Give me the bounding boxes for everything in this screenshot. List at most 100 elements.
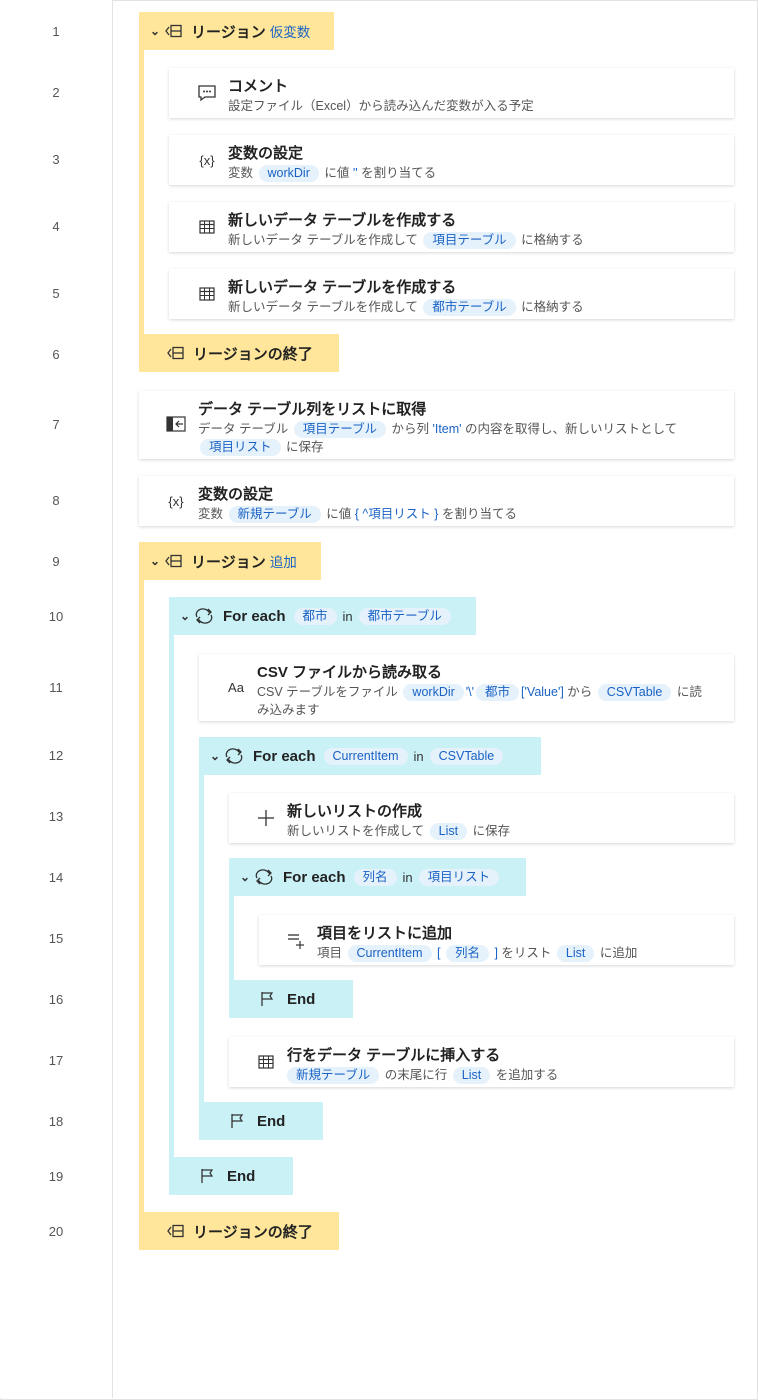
- region-name: 追加: [269, 555, 297, 570]
- variable-token[interactable]: 都市テーブル: [358, 607, 451, 625]
- literal-value: }: [434, 507, 439, 521]
- literal-value: [: [436, 946, 441, 960]
- region-start-header[interactable]: ⌄ リージョン 仮変数: [139, 12, 334, 50]
- variable-token[interactable]: 新規テーブル: [287, 1067, 380, 1084]
- variable-token[interactable]: CSVTable: [429, 747, 504, 765]
- step-title: コメント: [228, 78, 289, 95]
- action-card-get-column-to-list[interactable]: データ テーブル列をリストに取得 データ テーブル 項目テーブル から列 'It…: [139, 391, 734, 459]
- action-card-create-datatable[interactable]: 新しいデータ テーブルを作成する 新しいデータ テーブルを作成して 項目テーブル…: [169, 202, 734, 252]
- chevron-down-icon[interactable]: ⌄: [177, 609, 193, 623]
- desc-text: を追加する: [495, 1068, 559, 1082]
- literal-value: 'Item': [432, 422, 462, 436]
- table-column-icon: [165, 413, 187, 435]
- table-icon: [196, 216, 218, 238]
- line-number: 12: [48, 748, 64, 763]
- line-number: 17: [48, 1053, 64, 1068]
- for-each-header[interactable]: ⌄ For each CurrentItem in CSVTable: [199, 737, 541, 775]
- for-each-header[interactable]: ⌄ For each 都市 in 都市テーブル: [169, 597, 476, 635]
- chevron-down-icon[interactable]: ⌄: [237, 870, 253, 884]
- desc-text: 新しいデータ テーブルを作成して: [228, 300, 418, 314]
- variable-token[interactable]: 都市テーブル: [423, 299, 516, 316]
- step-description: 変数 workDir に値 '' を割り当てる: [228, 164, 710, 182]
- variable-token[interactable]: CurrentItem: [347, 945, 432, 962]
- action-card-comment[interactable]: コメント 設定ファイル（Excel）から読み込んだ変数が入る予定: [169, 68, 734, 118]
- line-number: 3: [52, 152, 60, 167]
- variable-token[interactable]: 新規テーブル: [228, 506, 321, 523]
- end-block[interactable]: End: [199, 1102, 323, 1140]
- variable-token[interactable]: List: [452, 1067, 491, 1084]
- end-block[interactable]: End: [169, 1157, 293, 1195]
- variable-token[interactable]: CSVTable: [597, 684, 672, 701]
- chevron-down-icon[interactable]: ⌄: [207, 749, 223, 763]
- in-keyword: in: [413, 748, 424, 764]
- desc-text: 新しいリストを作成して: [287, 824, 425, 838]
- variable-token[interactable]: 項目リスト: [200, 439, 281, 456]
- variable-token[interactable]: 都市: [293, 607, 337, 625]
- flag-icon: [197, 1165, 219, 1187]
- line-number: 2: [52, 85, 60, 100]
- in-keyword: in: [342, 608, 353, 624]
- line-number: 16: [48, 992, 64, 1007]
- action-card-set-variable[interactable]: {x} 変数の設定 変数 workDir に値 '' を割り当てる: [169, 135, 734, 185]
- step-title: End: [257, 1112, 286, 1130]
- variable-token[interactable]: workDir: [403, 684, 464, 701]
- variable-token[interactable]: workDir: [258, 165, 319, 182]
- chevron-down-icon[interactable]: ⌄: [147, 24, 163, 38]
- literal-value: '': [352, 166, 358, 180]
- variable-token[interactable]: List: [556, 945, 595, 962]
- region-icon: [163, 20, 185, 42]
- variable-ref[interactable]: 項目リスト: [368, 507, 431, 521]
- region-rail: [139, 50, 144, 338]
- variable-icon: {x}: [168, 493, 184, 509]
- end-block[interactable]: End: [229, 980, 353, 1018]
- step-description: 新規テーブル の末尾に行 List を追加する: [285, 1066, 710, 1084]
- step-title: 項目をリストに追加: [317, 925, 453, 942]
- step-title: End: [287, 990, 316, 1008]
- chevron-down-icon[interactable]: ⌄: [147, 554, 163, 568]
- line-number: 7: [52, 417, 60, 432]
- desc-text: 変数: [228, 166, 254, 180]
- comment-text: 設定ファイル（Excel）から読み込んだ変数が入る予定: [228, 99, 534, 113]
- step-description: データ テーブル 項目テーブル から列 'Item' の内容を取得し、新しいリス…: [198, 420, 710, 456]
- region-end-header[interactable]: リージョンの終了: [139, 1212, 339, 1250]
- desc-text: 新しいデータ テーブルを作成して: [228, 233, 418, 247]
- action-card-create-datatable[interactable]: 新しいデータ テーブルを作成する 新しいデータ テーブルを作成して 都市テーブル…: [169, 269, 734, 319]
- action-card-insert-row[interactable]: 行をデータ テーブルに挿入する 新規テーブル の末尾に行 List を追加する: [229, 1037, 734, 1087]
- literal-value: ]: [494, 946, 498, 960]
- variable-token[interactable]: 項目テーブル: [423, 232, 516, 249]
- variable-token[interactable]: 項目テーブル: [293, 421, 386, 438]
- line-number: 8: [52, 493, 60, 508]
- step-title: For each: [253, 747, 316, 765]
- desc-text: に値: [326, 507, 352, 521]
- action-card-add-to-list[interactable]: 項目をリストに追加 項目 CurrentItem [ 列名 ] をリスト Lis…: [259, 915, 734, 965]
- table-icon: [196, 283, 218, 305]
- line-number: 1: [52, 24, 60, 39]
- variable-token[interactable]: 都市: [476, 684, 520, 701]
- variable-token[interactable]: 列名: [445, 945, 489, 962]
- variable-token[interactable]: 列名: [353, 868, 397, 886]
- action-card-set-variable[interactable]: {x} 変数の設定 変数 新規テーブル に値 { ^項目リスト } を割り当てる: [139, 476, 734, 526]
- literal-value: ['Value']: [521, 685, 564, 699]
- step-description: 変数 新規テーブル に値 { ^項目リスト } を割り当てる: [198, 505, 710, 523]
- variable-icon: {x}: [199, 152, 215, 168]
- step-title: 変数の設定: [198, 486, 274, 503]
- variable-token[interactable]: CurrentItem: [323, 747, 408, 765]
- desc-text: CSV テーブルをファイル: [257, 685, 398, 699]
- desc-text: に値: [324, 166, 350, 180]
- desc-text: をリスト: [501, 946, 552, 960]
- comment-icon: [196, 82, 218, 104]
- desc-text: から列: [391, 422, 429, 436]
- line-number-gutter: 1 2 3 4 5 6 7 8 9 10 11 12 13 14 15 16 1…: [0, 0, 113, 1398]
- region-icon: [165, 342, 187, 364]
- table-icon: [255, 1051, 277, 1073]
- region-end-header[interactable]: リージョンの終了: [139, 334, 339, 372]
- desc-text: 項目: [317, 946, 343, 960]
- for-each-header[interactable]: ⌄ For each 列名 in 項目リスト: [229, 858, 526, 896]
- region-start-header[interactable]: ⌄ リージョン 追加: [139, 542, 321, 580]
- variable-token[interactable]: 項目リスト: [418, 868, 500, 886]
- desc-text: に格納する: [521, 300, 584, 314]
- desc-text: を割り当てる: [441, 507, 517, 521]
- action-card-create-list[interactable]: 新しいリストの作成 新しいリストを作成して List に保存: [229, 793, 734, 843]
- variable-token[interactable]: List: [429, 823, 468, 840]
- action-card-read-csv[interactable]: Aa CSV ファイルから読み取る CSV テーブルをファイル workDir '…: [199, 654, 734, 721]
